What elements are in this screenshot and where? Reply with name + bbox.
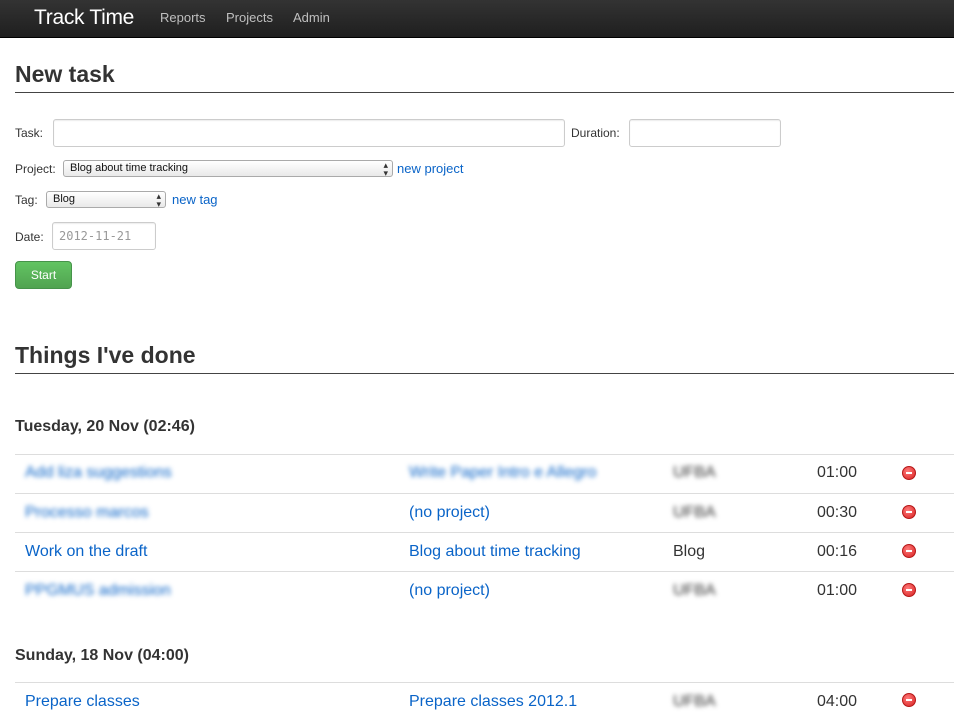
- row-divider: [15, 493, 954, 494]
- brand-logo[interactable]: Track Time: [34, 6, 134, 30]
- duration-text: 01:00: [817, 464, 858, 481]
- duration-text: 01:00: [817, 582, 858, 599]
- project-link[interactable]: Blog about time tracking: [409, 543, 581, 561]
- remove-circle-icon[interactable]: [902, 544, 916, 558]
- chevron-updown-icon: ▴ ▾: [156, 191, 161, 209]
- project-link[interactable]: Write Paper Intro e Allegro: [409, 464, 596, 482]
- project-select[interactable]: Blog about time tracking ▴ ▾: [63, 160, 393, 178]
- tag-text: UFBA: [673, 693, 716, 710]
- date-label: Date:: [15, 230, 44, 244]
- new-task-heading: New task: [15, 61, 115, 87]
- tag-text: UFBA: [673, 504, 716, 521]
- tag-text: Blog: [673, 543, 706, 560]
- row-divider: [15, 532, 954, 533]
- project-link[interactable]: Prepare classes 2012.1: [409, 693, 577, 711]
- heading-divider: [15, 373, 954, 374]
- day-heading: Sunday, 18 Nov (04:00): [15, 647, 189, 664]
- tag-label: Tag:: [15, 193, 38, 207]
- day-heading: Tuesday, 20 Nov (02:46): [15, 418, 195, 435]
- task-link[interactable]: PPGMUS admission: [25, 582, 171, 600]
- remove-circle-icon[interactable]: [902, 693, 916, 707]
- remove-circle-icon[interactable]: [902, 583, 916, 597]
- task-link[interactable]: Prepare classes: [25, 693, 140, 711]
- duration-input[interactable]: [629, 119, 781, 147]
- start-button[interactable]: Start: [15, 261, 72, 289]
- nav-projects-link[interactable]: Projects: [226, 10, 273, 25]
- project-link[interactable]: (no project): [409, 582, 490, 600]
- tag-select-value: Blog: [53, 193, 76, 205]
- duration-text: 04:00: [817, 693, 858, 710]
- tag-text: UFBA: [673, 582, 716, 599]
- task-label: Task:: [15, 126, 44, 140]
- row-divider: [15, 571, 954, 572]
- nav-reports-link[interactable]: Reports: [160, 10, 206, 25]
- things-done-heading: Things I've done: [15, 342, 196, 368]
- new-project-link[interactable]: new project: [397, 161, 463, 176]
- date-input[interactable]: [52, 222, 156, 250]
- duration-label: Duration:: [571, 126, 620, 140]
- tag-text: UFBA: [673, 464, 716, 481]
- task-link[interactable]: Processo marcos: [25, 504, 149, 522]
- tag-select[interactable]: Blog ▴ ▾: [46, 191, 166, 209]
- duration-text: 00:30: [817, 504, 858, 521]
- project-link[interactable]: (no project): [409, 504, 490, 522]
- row-divider: [15, 682, 954, 683]
- task-input[interactable]: [53, 119, 565, 147]
- nav-admin-link[interactable]: Admin: [293, 10, 330, 25]
- new-tag-link[interactable]: new tag: [172, 192, 218, 207]
- remove-circle-icon[interactable]: [902, 466, 916, 480]
- duration-text: 00:16: [817, 543, 858, 560]
- top-navbar: Track Time Reports Projects Admin: [0, 0, 954, 38]
- remove-circle-icon[interactable]: [902, 505, 916, 519]
- project-select-value: Blog about time tracking: [70, 162, 189, 174]
- project-label: Project:: [15, 162, 56, 176]
- row-divider: [15, 454, 954, 455]
- task-link[interactable]: Add liza suggestions: [25, 464, 172, 482]
- heading-divider: [15, 92, 954, 93]
- task-link[interactable]: Work on the draft: [25, 543, 147, 561]
- chevron-updown-icon: ▴ ▾: [383, 160, 388, 178]
